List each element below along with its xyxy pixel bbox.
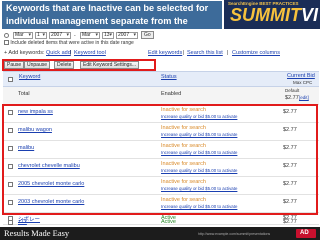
keyword-link[interactable]: malibu bbox=[18, 145, 34, 151]
keyword-tool-link[interactable]: Keyword tool bbox=[74, 50, 106, 56]
keyword-column-header[interactable]: Keyword bbox=[19, 74, 40, 80]
table-row: 2005 chevrolet monte carlo Inactive for … bbox=[3, 177, 319, 195]
search-list-link[interactable]: Search this list bbox=[187, 50, 223, 56]
include-deleted-checkbox[interactable] bbox=[4, 40, 9, 46]
activate-link[interactable]: Increase quality or bid $5.00 to activat… bbox=[161, 114, 237, 119]
row-checkbox[interactable] bbox=[8, 146, 13, 151]
from-month-select[interactable]: Mar bbox=[13, 32, 33, 39]
current-bid-column-header[interactable]: Current Bid bbox=[287, 73, 315, 79]
unpause-button[interactable]: Unpause bbox=[24, 61, 51, 69]
table-row: 2003 chevrolet monte carlo Inactive for … bbox=[3, 195, 319, 213]
edit-keywords-link[interactable]: Edit keywords bbox=[148, 50, 182, 56]
table-row: malibu Inactive for search Increase qual… bbox=[3, 141, 319, 159]
status-column-header[interactable]: Status bbox=[161, 74, 177, 80]
slide-footer: Results Made Easy http://www.example.com… bbox=[0, 227, 320, 240]
table-header: Keyword Status Current Bid Max CPC bbox=[3, 71, 319, 87]
table-row: z71 Active $2.77 bbox=[3, 219, 319, 227]
keyword-link[interactable]: malibu wagon bbox=[18, 127, 52, 133]
pause-button[interactable]: Pause bbox=[4, 61, 25, 69]
add-keywords-label: + Add keywords: bbox=[4, 50, 45, 56]
row-checkbox[interactable] bbox=[8, 220, 13, 225]
default-label: Default bbox=[285, 88, 300, 93]
status-text: Inactive for search bbox=[161, 161, 206, 167]
to-month-select[interactable]: Mar bbox=[80, 32, 100, 39]
to-day-select[interactable]: 13 bbox=[102, 32, 114, 39]
bid-value[interactable]: $2.77 bbox=[283, 145, 297, 151]
total-label: Total bbox=[18, 91, 30, 97]
row-checkbox[interactable] bbox=[8, 182, 13, 187]
bid-value[interactable]: $2.77 bbox=[283, 109, 297, 115]
keyword-table: Keyword Status Current Bid Max CPC Total… bbox=[3, 71, 319, 226]
activate-link[interactable]: Increase quality or bid $5.00 to activat… bbox=[161, 204, 237, 209]
slide-title: Keywords that are Inactive can be select… bbox=[2, 1, 222, 38]
table-row: malibu wagon Inactive for search Increas… bbox=[3, 123, 319, 141]
keyword-links-row: + Add keywords: Quick add | Keyword tool… bbox=[0, 48, 320, 59]
from-day-select[interactable]: 1 bbox=[35, 32, 47, 39]
to-year-select[interactable]: 2007 bbox=[116, 32, 138, 39]
keyword-link[interactable]: z71 bbox=[18, 219, 27, 225]
activate-link[interactable]: Increase quality or bid $5.00 to activat… bbox=[161, 168, 237, 173]
default-bid-edit-link[interactable]: [edit] bbox=[299, 95, 309, 100]
row-checkbox[interactable] bbox=[8, 200, 13, 205]
default-bid: $2.77 bbox=[285, 95, 299, 101]
bid-value[interactable]: $2.77 bbox=[283, 181, 297, 187]
summit-logo: SearchEngine BEST PRACTICES SUMMITVI bbox=[224, 0, 320, 29]
keyword-toolbar: Pause Unpause Delete Edit Keyword Settin… bbox=[4, 60, 318, 70]
include-deleted-row: Include deleted items that were active i… bbox=[4, 40, 134, 48]
link-separator: | bbox=[183, 50, 185, 56]
table-row: new impala ss Inactive for search Increa… bbox=[3, 105, 319, 123]
activate-link[interactable]: Increase quality or bid $5.00 to activat… bbox=[161, 132, 237, 137]
keyword-link[interactable]: new impala ss bbox=[18, 109, 53, 115]
status-text: Inactive for search bbox=[161, 107, 206, 113]
delete-button[interactable]: Delete bbox=[54, 61, 75, 69]
keyword-link[interactable]: 2003 chevrolet monte carlo bbox=[18, 199, 84, 205]
select-all-checkbox[interactable] bbox=[8, 77, 13, 82]
row-checkbox[interactable] bbox=[8, 164, 13, 169]
row-checkbox[interactable] bbox=[8, 110, 13, 115]
bid-value[interactable]: $2.77 bbox=[283, 127, 297, 133]
activate-link[interactable]: Increase quality or bid $5.00 to activat… bbox=[161, 186, 237, 191]
logo-word: SUMMITVI bbox=[230, 5, 319, 25]
status-text: Inactive for search bbox=[161, 179, 206, 185]
keyword-link[interactable]: chevrolet chevelle malibu bbox=[18, 163, 80, 169]
from-year-select[interactable]: 2007 bbox=[49, 32, 71, 39]
link-separator: | bbox=[70, 50, 72, 56]
link-separator: | bbox=[227, 50, 229, 56]
quick-add-link[interactable]: Quick add bbox=[46, 50, 71, 56]
bid-value[interactable]: $2.77 bbox=[283, 219, 297, 225]
status-text: Inactive for search bbox=[161, 197, 206, 203]
keyword-link[interactable]: 2005 chevrolet monte carlo bbox=[18, 181, 84, 187]
include-deleted-label: Include deleted items that were active i… bbox=[10, 40, 134, 46]
slide-header: Keywords that are Inactive can be select… bbox=[0, 0, 320, 38]
row-checkbox[interactable] bbox=[8, 128, 13, 133]
table-row: chevrolet chevelle malibu Inactive for s… bbox=[3, 159, 319, 177]
activate-link[interactable]: Increase quality or bid $5.00 to activat… bbox=[161, 150, 237, 155]
status-text: Inactive for search bbox=[161, 143, 206, 149]
edit-keyword-settings-button[interactable]: Edit Keyword Settings... bbox=[80, 61, 140, 69]
footer-tagline: Results Made Easy bbox=[4, 228, 70, 238]
footer-logo: AD bbox=[296, 229, 316, 238]
go-button[interactable]: Go bbox=[141, 31, 154, 39]
date-dash: - bbox=[74, 33, 76, 39]
date-radio[interactable] bbox=[4, 33, 9, 38]
bid-value[interactable]: $2.77 bbox=[283, 163, 297, 169]
status-text: Active bbox=[161, 219, 176, 225]
total-row: Total Enabled Default $2.77 [edit] bbox=[3, 87, 319, 105]
total-status: Enabled bbox=[161, 91, 182, 97]
max-cpc-subheader: Max CPC bbox=[293, 80, 313, 85]
status-text: Inactive for search bbox=[161, 125, 206, 131]
footer-url: http://www.example.com/summit/presentati… bbox=[198, 232, 271, 236]
customize-columns-link[interactable]: Customize columns bbox=[232, 50, 280, 56]
bid-value[interactable]: $2.77 bbox=[283, 199, 297, 205]
